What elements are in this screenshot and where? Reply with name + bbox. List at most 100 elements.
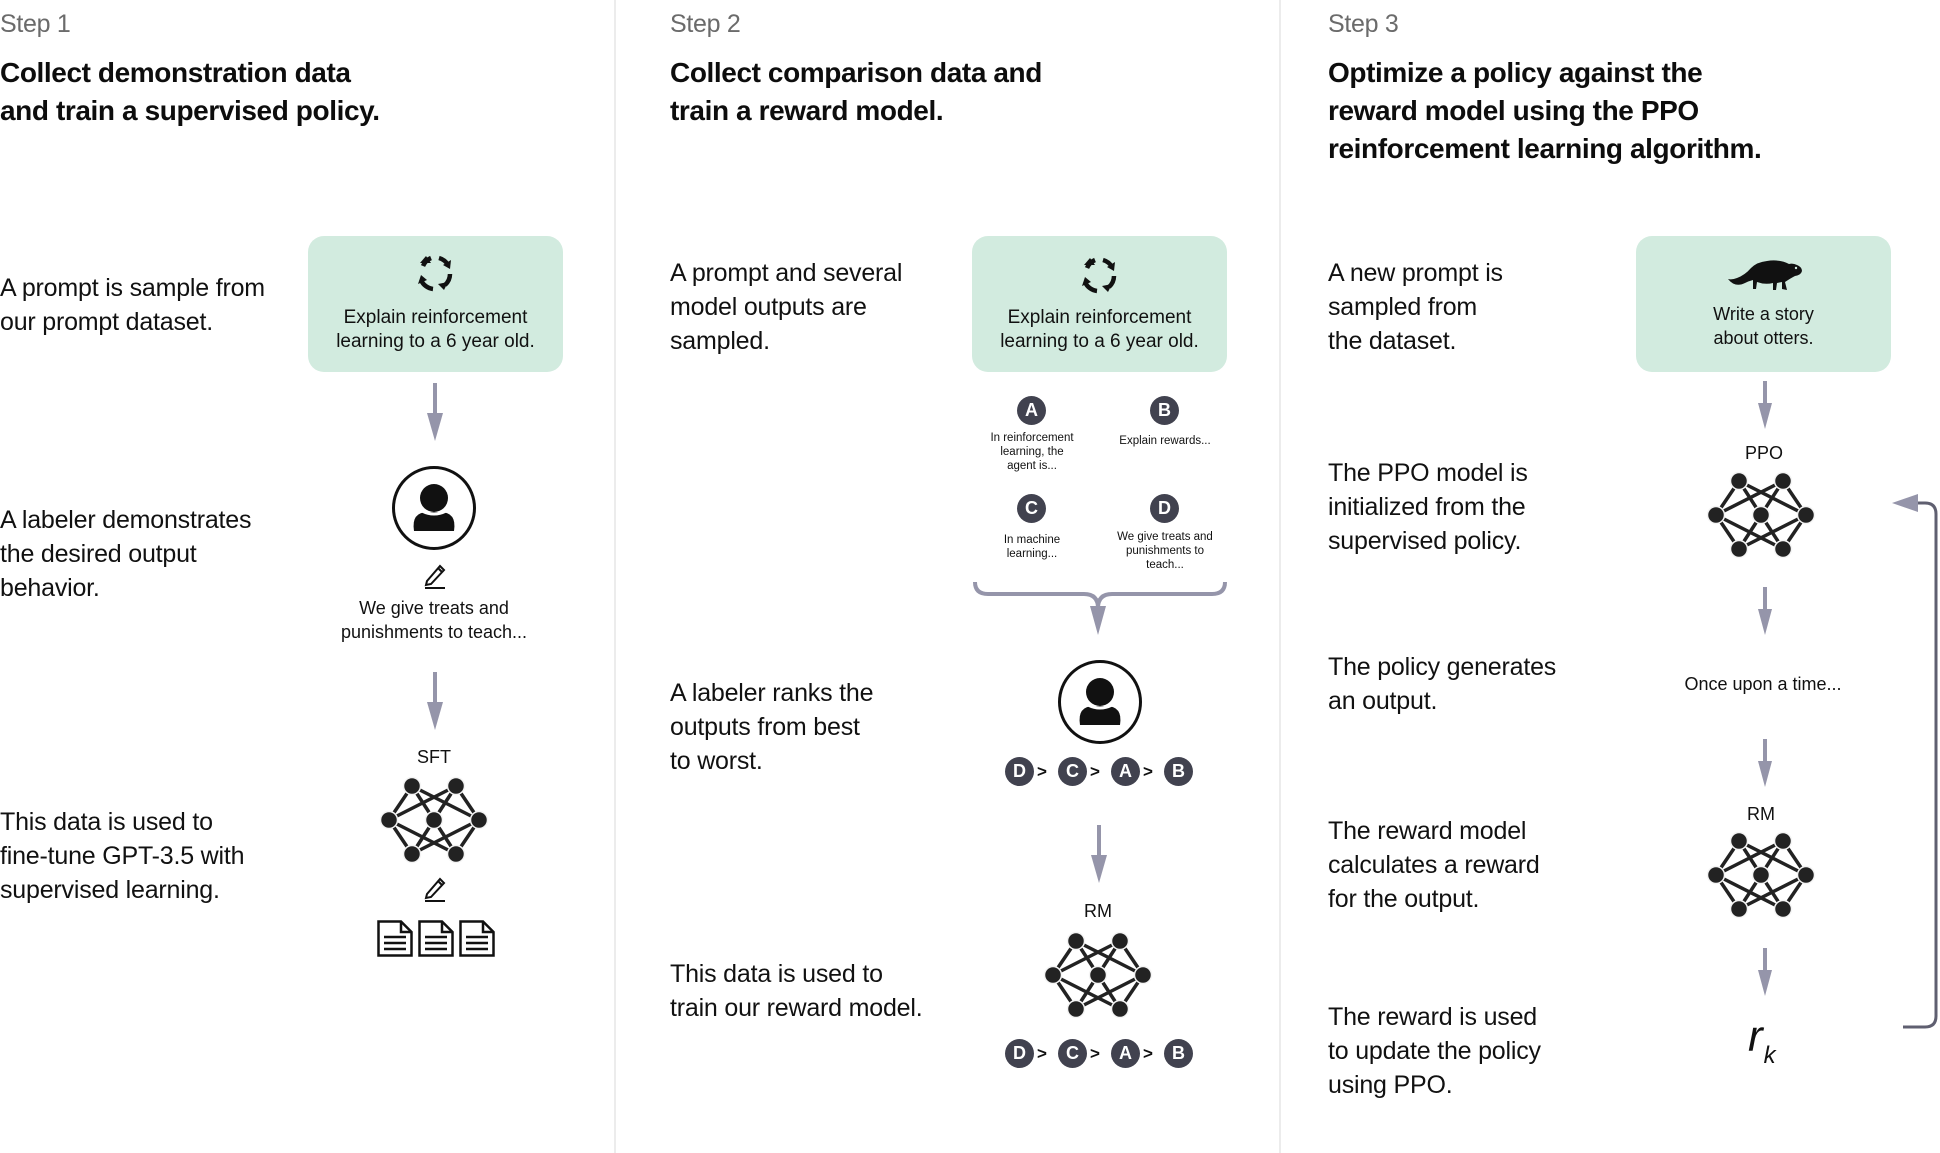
desc-line: The PPO model is [1328, 459, 1528, 487]
step-3-desc-prompt: A new prompt is sampled from the dataset… [1328, 256, 1503, 358]
network-node [1729, 539, 1749, 559]
desc-line: The policy generates [1328, 653, 1557, 681]
prompt-line: learning to a 6 year old. [1000, 331, 1199, 352]
network-node [1773, 899, 1793, 919]
output-text-c: In machine learning... [972, 533, 1092, 561]
output-line: teach... [1146, 559, 1184, 571]
step-1-title-line: and train a supervised policy. [0, 95, 380, 126]
step-3-desc-reward: The reward model calculates a reward for… [1328, 814, 1540, 916]
step-2-title: Collect comparison data and train a rewa… [670, 54, 1042, 130]
rank-badge-c: C [1058, 1039, 1087, 1068]
reward-symbol: rk [1748, 1012, 1776, 1069]
column-divider-1 [614, 0, 616, 1153]
desc-line: for the output. [1328, 885, 1480, 913]
desc-line: supervised policy. [1328, 527, 1522, 555]
prompt-line: Explain reinforcement [1007, 307, 1192, 328]
rank-badge-d: D [1005, 1039, 1034, 1068]
step-1-title-line: Collect demonstration data [0, 57, 351, 88]
prompt-line: Write a story [1713, 304, 1814, 324]
refresh-cycle-icon [1082, 257, 1117, 294]
neural-network-graph [379, 776, 489, 864]
desc-line: calculates a reward [1328, 851, 1540, 879]
step-3-title-line: Optimize a policy against the [1328, 57, 1703, 88]
rank-badge-a: A [1111, 757, 1140, 786]
output-text-d: We give treats and punishments to teach.… [1105, 530, 1225, 572]
sft-model-label: SFT [417, 747, 451, 767]
prompt-line: Explain reinforcement [343, 307, 528, 328]
network-node [1773, 831, 1793, 851]
policy-output-text: Once upon a time... [1684, 674, 1842, 694]
network-node [1773, 539, 1793, 559]
ppo-model-label: PPO [1744, 443, 1783, 463]
desc-line: The reward is used [1328, 1003, 1537, 1031]
rank-badge-a: A [1111, 1039, 1140, 1068]
step-3-title-line: reward model using the PPO [1328, 95, 1699, 126]
output-badge-b: B [1150, 396, 1179, 425]
network-node [1729, 831, 1749, 851]
step-2-prompt-text: Explain reinforcement learning to a 6 ye… [972, 306, 1227, 354]
person-icon [1058, 660, 1142, 744]
step-3-desc-update: The reward is used to update the policy … [1328, 1000, 1541, 1102]
step-2-desc-sampled: A prompt and several model outputs are s… [670, 256, 902, 358]
output-badge-d: D [1150, 494, 1179, 523]
desc-line: A prompt is sample from [0, 274, 265, 302]
step-2-label: Step 2 [670, 10, 741, 38]
pencil-icon [424, 564, 446, 589]
arrow-down-icon [1758, 948, 1772, 996]
feedback-loop-arrow-icon [1892, 494, 1938, 1029]
step-1-desc-finetune: This data is used to fine-tune GPT-3.5 w… [0, 805, 245, 907]
rank-badge-d: D [1005, 757, 1034, 786]
desc-line: A new prompt is [1328, 259, 1503, 287]
rank-separator: > [1143, 1044, 1153, 1063]
reward-subscript-k: k [1763, 1042, 1776, 1069]
prompt-line: learning to a 6 year old. [336, 331, 535, 352]
network-node [402, 844, 422, 864]
pencil-icon [424, 877, 446, 902]
arrow-down-icon [427, 672, 443, 730]
step-3-desc-init: The PPO model is initialized from the su… [1328, 456, 1528, 558]
desc-line: outputs from best [670, 713, 860, 741]
step-2-desc-train: This data is used to train our reward mo… [670, 957, 923, 1025]
document-icon [459, 920, 495, 957]
arrow-down-icon [1758, 587, 1772, 635]
rank-separator: > [1037, 1044, 1047, 1063]
output-line: learning... [1006, 548, 1058, 560]
output-text-a: In reinforcement learning, the agent is.… [972, 431, 1092, 473]
step-1-prompt-text: Explain reinforcement learning to a 6 ye… [308, 306, 563, 354]
output-line: In reinforcement [990, 432, 1074, 444]
arrow-down-icon [1758, 381, 1772, 429]
step-2-desc-rank: A labeler ranks the outputs from best to… [670, 676, 873, 778]
desc-line: This data is used to [670, 960, 883, 988]
reward-r: r [1748, 1012, 1763, 1061]
output-line: punishments to [1126, 545, 1204, 557]
rank-separator: > [1090, 1044, 1100, 1063]
step-1-prompt-box: Explain reinforcement learning to a 6 ye… [308, 236, 563, 372]
network-node [469, 810, 489, 830]
demo-line: We give treats and [359, 598, 509, 618]
network-node [424, 810, 444, 830]
neural-network-graph [1043, 931, 1153, 1019]
otter-icon [1728, 260, 1802, 290]
desc-line: using PPO. [1328, 1071, 1453, 1099]
desc-line: train our reward model. [670, 994, 923, 1022]
person-icon [392, 466, 476, 550]
step-3-prompt-box: Write a story about otters. [1636, 236, 1891, 372]
network-node [1729, 471, 1749, 491]
step-1-desc-labeler: A labeler demonstrates the desired outpu… [0, 503, 252, 605]
desc-line: A labeler ranks the [670, 679, 874, 707]
network-node [1751, 865, 1771, 885]
refresh-cycle-icon [418, 255, 453, 292]
desc-line: model outputs are [670, 293, 867, 321]
output-text-b: Explain rewards... [1105, 434, 1225, 448]
document-icon [377, 920, 413, 957]
network-node [446, 776, 466, 796]
network-node [1706, 505, 1726, 525]
column-divider-2 [1279, 0, 1281, 1153]
rm-model-label: RM [1747, 804, 1775, 824]
desc-line: A labeler demonstrates [0, 506, 252, 534]
network-node [1751, 505, 1771, 525]
document-icon [418, 920, 454, 957]
desc-line: This data is used to [0, 808, 213, 836]
rank-separator: > [1143, 762, 1153, 781]
rank-separator: > [1090, 762, 1100, 781]
